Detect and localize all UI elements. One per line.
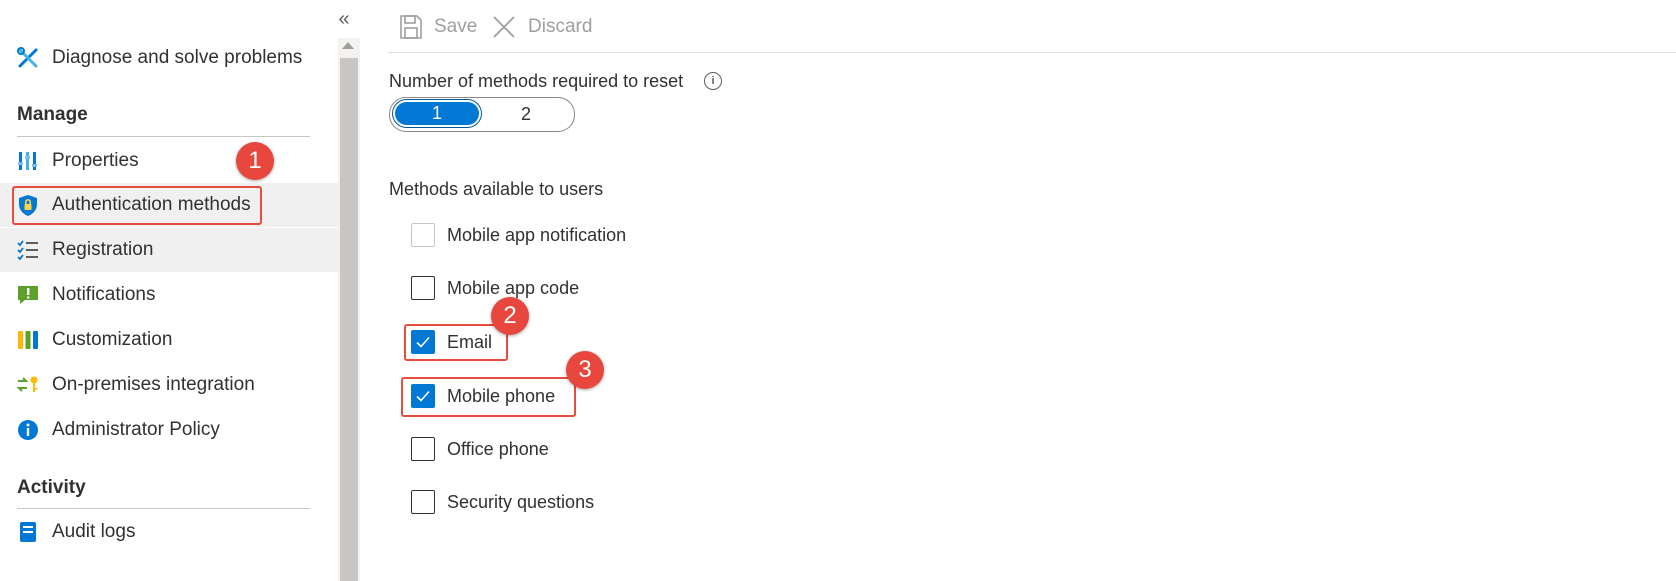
checkbox[interactable]: [411, 437, 435, 461]
discard-label: Discard: [528, 16, 593, 37]
audit-log-icon: [16, 520, 40, 544]
section-title-activity: Activity: [17, 477, 86, 498]
step-badge-2: 2: [491, 297, 529, 335]
checkbox-security-questions[interactable]: Security questions: [411, 487, 594, 517]
customization-icon: [16, 328, 40, 352]
toggle-option-1[interactable]: 1: [395, 102, 479, 125]
reset-methods-label: Number of methods required to reset: [389, 71, 684, 91]
sync-key-icon: [16, 373, 40, 397]
checkbox-mobile-app-notification[interactable]: Mobile app notification: [411, 220, 626, 250]
sidebar-item-label: Diagnose and solve problems: [52, 47, 303, 68]
toggle-option-2[interactable]: 2: [486, 98, 566, 131]
checkbox-office-phone[interactable]: Office phone: [411, 434, 549, 464]
highlight-box-email: [404, 324, 508, 361]
sidebar-item-label: Properties: [52, 150, 139, 171]
checklist-icon: [16, 238, 40, 262]
collapse-sidebar-button[interactable]: «: [333, 6, 355, 32]
step-badge-3: 3: [566, 351, 604, 389]
checkbox[interactable]: [411, 490, 435, 514]
checkbox-label: Security questions: [447, 491, 595, 512]
checkbox-mobile-app-code[interactable]: Mobile app code: [411, 273, 579, 303]
sidebar-item-label: Audit logs: [52, 521, 136, 542]
wrench-screwdriver-icon: [16, 46, 40, 70]
highlight-box-mobile-phone: [401, 377, 576, 417]
save-label: Save: [434, 16, 478, 37]
save-button[interactable]: Save: [400, 12, 477, 42]
sidebar-item-label: On-premises integration: [52, 374, 255, 395]
notification-icon: [16, 283, 40, 307]
info-icon[interactable]: i: [704, 72, 722, 90]
checkbox-label: Mobile app code: [447, 277, 580, 298]
checkbox[interactable]: [411, 223, 435, 247]
checkbox-label: Mobile app notification: [447, 224, 627, 245]
checkbox-label: Office phone: [447, 438, 549, 459]
toolbar-divider: [388, 52, 1676, 53]
sidebar: Diagnose and solve problems Manage Prope…: [0, 0, 338, 581]
section-divider: [17, 508, 310, 509]
properties-icon: [16, 149, 40, 173]
sidebar-item-label: Notifications: [52, 284, 156, 305]
section-title-manage: Manage: [17, 104, 88, 125]
sidebar-item-registration[interactable]: Registration: [0, 228, 338, 272]
sidebar-item-label: Administrator Policy: [52, 419, 220, 440]
close-icon: [493, 16, 515, 38]
checkbox[interactable]: [411, 276, 435, 300]
scrollbar-thumb[interactable]: [340, 58, 358, 581]
sidebar-item-diagnose[interactable]: Diagnose and solve problems: [0, 36, 338, 80]
sidebar-item-label: Customization: [52, 329, 173, 350]
step-badge-1: 1: [236, 142, 274, 180]
sidebar-item-customization[interactable]: Customization: [0, 318, 338, 362]
discard-button[interactable]: Discard: [492, 12, 592, 42]
sidebar-scrollbar[interactable]: [338, 38, 360, 581]
scroll-up-arrow-icon[interactable]: [342, 42, 354, 49]
sidebar-item-on-premises-integration[interactable]: On-premises integration: [0, 363, 338, 407]
sidebar-item-audit-logs[interactable]: Audit logs: [0, 510, 338, 554]
methods-required-toggle: 1 2: [389, 97, 575, 132]
methods-available-label: Methods available to users: [389, 179, 604, 199]
info-icon: [16, 418, 40, 442]
sidebar-item-properties[interactable]: Properties: [0, 139, 338, 183]
sidebar-item-label: Registration: [52, 239, 154, 260]
sidebar-item-administrator-policy[interactable]: Administrator Policy: [0, 408, 338, 452]
section-divider: [17, 136, 310, 137]
sidebar-item-notifications[interactable]: Notifications: [0, 273, 338, 317]
save-icon: [400, 15, 422, 39]
highlight-box-authentication-methods: [12, 186, 262, 225]
